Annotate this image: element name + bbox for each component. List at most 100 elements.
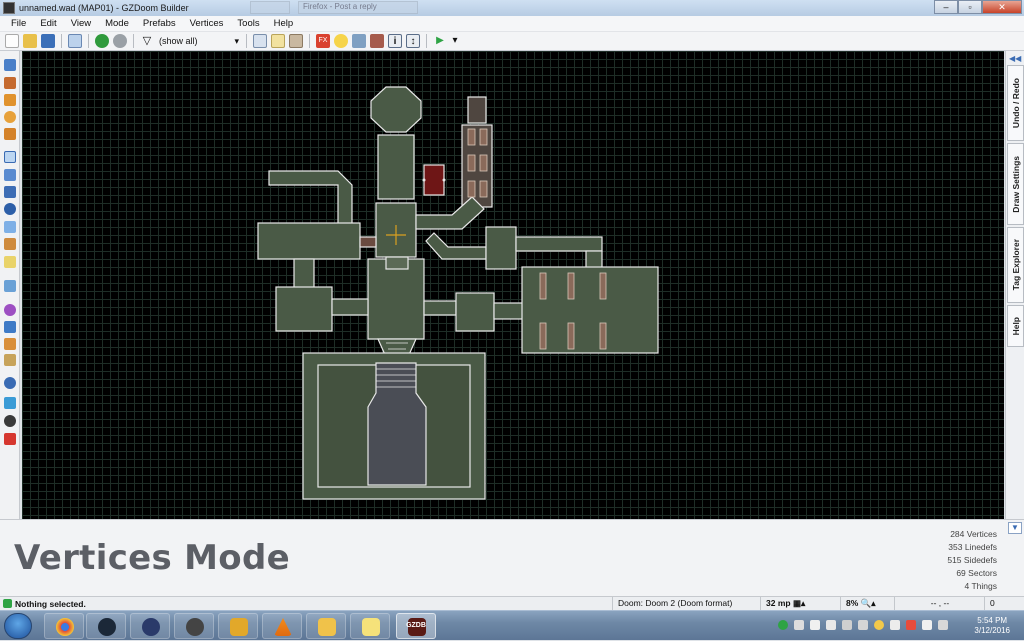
scripts-icon[interactable] [68,34,82,48]
texture-browser-icon[interactable] [4,280,16,292]
draw-grid-icon[interactable] [4,128,16,140]
chrome-icon [56,618,74,636]
notes-icon [362,618,380,636]
check-map-icon[interactable] [4,397,16,409]
tab-undo-redo[interactable]: Undo / Redo [1007,65,1024,141]
tray-signal-icon[interactable] [938,620,948,630]
collapse-info-panel-icon[interactable]: ▼ [1008,522,1022,534]
taskbar-stopwatch[interactable] [218,613,258,639]
taskbar-daemon[interactable] [174,613,214,639]
system-tray: 5:54 PM 3/12/2016 [774,611,1024,641]
grid-icon[interactable] [253,34,267,48]
status-bar: Nothing selected. Doom: Doom 2 (Doom for… [0,596,1024,610]
start-button[interactable] [4,613,32,639]
maximize-button[interactable]: ▫ [958,0,982,14]
draw-rectangle-icon[interactable] [4,94,16,106]
models-icon[interactable] [352,34,366,48]
volume-icon[interactable] [826,620,836,630]
color-picker-icon[interactable] [4,304,16,316]
right-dock: ◀◀ Undo / Redo Draw Settings Tag Explore… [1005,51,1024,520]
things-filter-select[interactable]: (show all) ▾ [156,36,242,47]
error-check-icon[interactable] [4,433,16,445]
taskbar-vlc[interactable] [262,613,302,639]
sound-propagation-icon[interactable] [4,256,16,268]
os-taskbar: GZDB 5:54 PM 3/12/2016 [0,610,1024,640]
tray-app-icon[interactable] [778,620,788,630]
system-clock[interactable]: 5:54 PM 3/12/2016 [974,616,1010,636]
tray-sync-icon[interactable] [890,620,900,630]
draw-ellipse-icon[interactable] [4,111,16,123]
merge-geometry-icon[interactable] [289,34,303,48]
things-filter-icon[interactable] [95,34,109,48]
menu-view[interactable]: View [64,18,98,29]
filter-icon[interactable]: ▽ [140,34,154,48]
info-icon[interactable]: i [388,34,402,48]
menu-vertices[interactable]: Vertices [183,18,231,29]
grid-size-select[interactable]: 32 mp ▦▴ [760,597,820,610]
tray-chevron-icon[interactable] [794,620,804,630]
tab-help[interactable]: Help [1007,305,1024,347]
snap-icon[interactable] [271,34,285,48]
processing-count: 0 [984,597,1024,610]
menu-prefabs[interactable]: Prefabs [136,18,183,29]
curve-linedefs-icon[interactable] [4,338,16,350]
height-icon[interactable]: ↕ [406,34,420,48]
new-map-icon[interactable] [5,34,19,48]
save-icon[interactable] [41,34,55,48]
stat-things: 4 Things [964,581,997,591]
find-replace-icon[interactable] [4,354,16,366]
chevron-down-icon: ▾ [234,35,239,46]
bridge-mode-icon[interactable] [4,321,16,333]
game-configuration[interactable]: Doom: Doom 2 (Doom format) [612,597,756,610]
menu-file[interactable]: File [4,18,33,29]
steam-icon [98,618,116,636]
visual-mode-icon[interactable] [4,238,16,250]
menu-mode[interactable]: Mode [98,18,136,29]
fx-icon[interactable]: FX [316,34,330,48]
daemon-icon [186,618,204,636]
tab-tag-explorer[interactable]: Tag Explorer [1007,227,1024,303]
taskbar-sketch[interactable] [130,613,170,639]
tray-flag-icon[interactable] [906,620,916,630]
tab-draw-settings[interactable]: Draw Settings [1007,143,1024,225]
play-test-icon[interactable]: ▶ [433,34,447,48]
menu-edit[interactable]: Edit [33,18,63,29]
zoom-icon[interactable] [4,377,16,389]
draw-lines-icon[interactable] [4,59,16,71]
lightbulb-icon[interactable] [334,34,348,48]
taskbar-steam[interactable] [86,613,126,639]
close-button[interactable]: ✕ [982,0,1022,14]
menu-help[interactable]: Help [267,18,301,29]
vertices-mode-icon[interactable] [4,151,16,163]
map-sector [455,292,495,332]
open-folder-icon[interactable] [23,34,37,48]
tray-network-icon[interactable] [922,620,932,630]
linedefs-mode-icon[interactable] [4,169,16,181]
things-mode-icon[interactable] [4,203,16,215]
minimize-button[interactable]: – [934,0,958,14]
dock-expand-icon[interactable]: ◀◀ [1009,54,1021,63]
things-filter-off-icon[interactable] [113,34,127,48]
tray-monitor-icon[interactable] [842,620,852,630]
stat-sectors: 69 Sectors [956,568,997,578]
taskbar-chrome[interactable] [44,613,84,639]
menu-tools[interactable]: Tools [230,18,266,29]
map-sector [493,302,525,320]
tray-steam-icon[interactable] [858,620,868,630]
chevron-down-icon[interactable]: ▾ [451,34,459,48]
tray-smiley-icon[interactable] [874,620,884,630]
map-sector [423,300,457,316]
make-sectors-icon[interactable] [4,221,16,233]
draw-curve-icon[interactable] [4,77,16,89]
sectors-mode-icon[interactable] [4,186,16,198]
map-canvas[interactable] [22,51,1004,519]
taskbar-gzdb[interactable]: GZDB [396,613,436,639]
tray-keyboard-icon[interactable] [810,620,820,630]
map-sector [331,298,369,316]
zoom-select[interactable]: 8% 🔍▴ [840,597,890,610]
vlc-icon [274,618,292,636]
stats-icon[interactable] [4,415,16,427]
taskbar-explorer[interactable] [306,613,346,639]
taskbar-notes[interactable] [350,613,390,639]
fog-icon[interactable] [370,34,384,48]
